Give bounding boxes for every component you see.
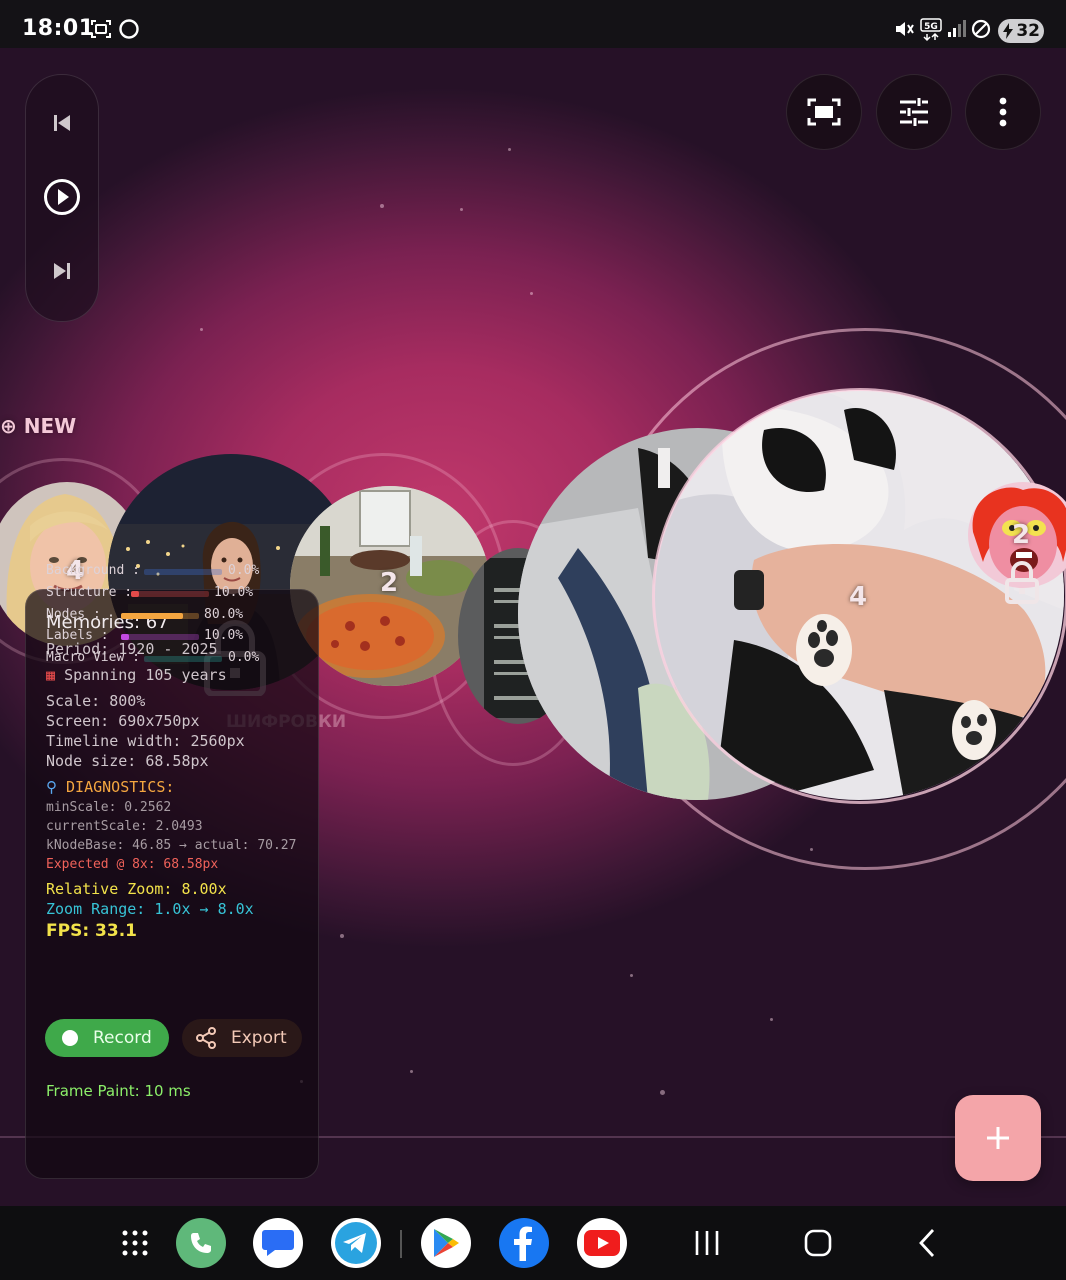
skip-previous-button[interactable]: [26, 93, 98, 153]
battery-indicator: 32: [998, 19, 1044, 43]
app-drawer-icon: [122, 1230, 148, 1256]
calendar-icon: ▦: [46, 666, 65, 684]
fit-screen-icon: [807, 98, 841, 126]
signal-icon: [948, 20, 966, 37]
perf-value: 0.0%: [228, 650, 260, 665]
circle-app-icon: [119, 19, 139, 39]
record-dot-icon: [62, 1030, 78, 1046]
min-scale-text: minScale: 0.2562: [46, 800, 172, 815]
charging-bolt-icon: [1003, 23, 1013, 39]
perf-bar-track: [144, 569, 222, 575]
node-size-text: Node size: 68.58px: [46, 752, 209, 770]
scale-text: Scale: 800%: [46, 692, 146, 710]
status-time: 18:01: [22, 16, 95, 41]
record-label: Record: [93, 1028, 152, 1048]
play-circle-icon: [44, 179, 80, 215]
perf-bar-fill: [131, 591, 139, 597]
phone-app[interactable]: [176, 1218, 226, 1268]
messages-app[interactable]: [253, 1218, 303, 1268]
play-store-app[interactable]: [421, 1218, 471, 1268]
frame-paint-text: Frame Paint: 10 ms: [46, 1082, 191, 1100]
recents-icon[interactable]: [694, 1226, 720, 1260]
lock-icon: [1005, 561, 1039, 604]
status-bar: 18:01 5G 32: [0, 0, 1066, 48]
screen: 18:01 5G 32 ⊕ NEW 4 2 4 2 Memories: 67 P…: [0, 0, 1066, 1280]
bubble-count: 4: [849, 582, 869, 612]
perf-row: Structure : 10.0%: [46, 585, 316, 603]
telegram-icon: [335, 1222, 377, 1264]
perf-label: Nodes :: [46, 607, 101, 622]
filters-button[interactable]: [876, 74, 952, 150]
sliders-icon: [900, 98, 928, 126]
perf-row: Background : 0.0%: [46, 563, 316, 581]
5g-data-icon: 5G: [920, 18, 942, 42]
youtube-app[interactable]: [577, 1218, 627, 1268]
home-icon[interactable]: [803, 1226, 833, 1260]
perf-bar-track: [144, 656, 222, 662]
phone-icon: [191, 1233, 211, 1253]
bubble-count: 2: [1012, 520, 1032, 550]
share-icon: [196, 1027, 216, 1049]
youtube-icon: [584, 1230, 620, 1256]
perf-value: 0.0%: [228, 563, 260, 578]
fps-text: FPS: 33.1: [46, 921, 137, 941]
perf-bar-track: [121, 634, 199, 640]
magnifier-icon: ⚲: [46, 778, 67, 796]
perf-label: Structure :: [46, 585, 133, 600]
skip-previous-icon: [54, 115, 70, 131]
record-button[interactable]: Record: [45, 1019, 169, 1057]
perf-row: Nodes : 80.0%: [46, 607, 316, 625]
bubble-count: 2: [380, 568, 400, 598]
perf-row: Macro View : 0.0%: [46, 650, 316, 668]
perf-label: Macro View :: [46, 650, 140, 665]
more-options-button[interactable]: [965, 74, 1041, 150]
messages-icon: [262, 1230, 294, 1256]
perf-label: Labels :: [46, 628, 109, 643]
perf-row: Labels : 10.0%: [46, 628, 316, 646]
do-not-disturb-icon: [971, 19, 991, 39]
battery-level: 32: [1016, 21, 1040, 41]
mute-vibrate-icon: [896, 22, 914, 36]
perf-bar-track: [121, 613, 199, 619]
more-vert-icon: [999, 97, 1007, 127]
perf-bar-track: [131, 591, 209, 597]
new-marker-label: ⊕ NEW: [0, 414, 77, 438]
export-button[interactable]: Export: [182, 1019, 302, 1057]
play-store-icon: [434, 1229, 459, 1257]
screen-text: Screen: 690x750px: [46, 712, 200, 730]
zoom-range-text: Zoom Range: 1.0x → 8.0x: [46, 900, 254, 918]
skip-next-icon: [54, 263, 70, 279]
export-label: Export: [231, 1028, 287, 1048]
facebook-icon: [514, 1226, 532, 1261]
fullscreen-button[interactable]: [786, 74, 862, 150]
current-scale-text: currentScale: 2.0493: [46, 819, 203, 834]
add-memory-button[interactable]: [955, 1095, 1041, 1181]
skip-next-button[interactable]: [26, 241, 98, 301]
spanning-text: ▦ Spanning 105 years: [46, 666, 227, 684]
app-drawer-button[interactable]: [110, 1218, 160, 1268]
system-nav-bar: [0, 1206, 1066, 1280]
playback-controls: [25, 74, 99, 322]
perf-bar-fill: [121, 634, 129, 640]
facebook-app[interactable]: [499, 1218, 549, 1268]
knode-text: kNodeBase: 46.85 → actual: 70.27: [46, 838, 297, 853]
plus-icon: [987, 1127, 1009, 1149]
stats-panel: Memories: 67 Period: 1920 - 2025 ▦ Spann…: [25, 563, 319, 1179]
expected-text: Expected @ 8x: 68.58px: [46, 857, 219, 872]
relative-zoom-text: Relative Zoom: 8.00x: [46, 880, 227, 898]
telegram-app[interactable]: [331, 1218, 381, 1268]
timeline-canvas[interactable]: ⊕ NEW 4 2 4 2 Memories: 67 Period: 1920 …: [0, 48, 1066, 1206]
perf-bar-fill: [121, 613, 183, 619]
timeline-width-text: Timeline width: 2560px: [46, 732, 245, 750]
perf-value: 10.0%: [204, 628, 244, 643]
screenshot-icon: [91, 20, 111, 38]
back-icon[interactable]: [916, 1226, 938, 1260]
diagnostics-title: ⚲ DIAGNOSTICS:: [46, 778, 175, 796]
svg-text:5G: 5G: [924, 22, 938, 32]
perf-value: 80.0%: [204, 607, 244, 622]
play-button[interactable]: [26, 167, 98, 227]
perf-label: Background :: [46, 563, 140, 578]
perf-value: 10.0%: [214, 585, 254, 600]
